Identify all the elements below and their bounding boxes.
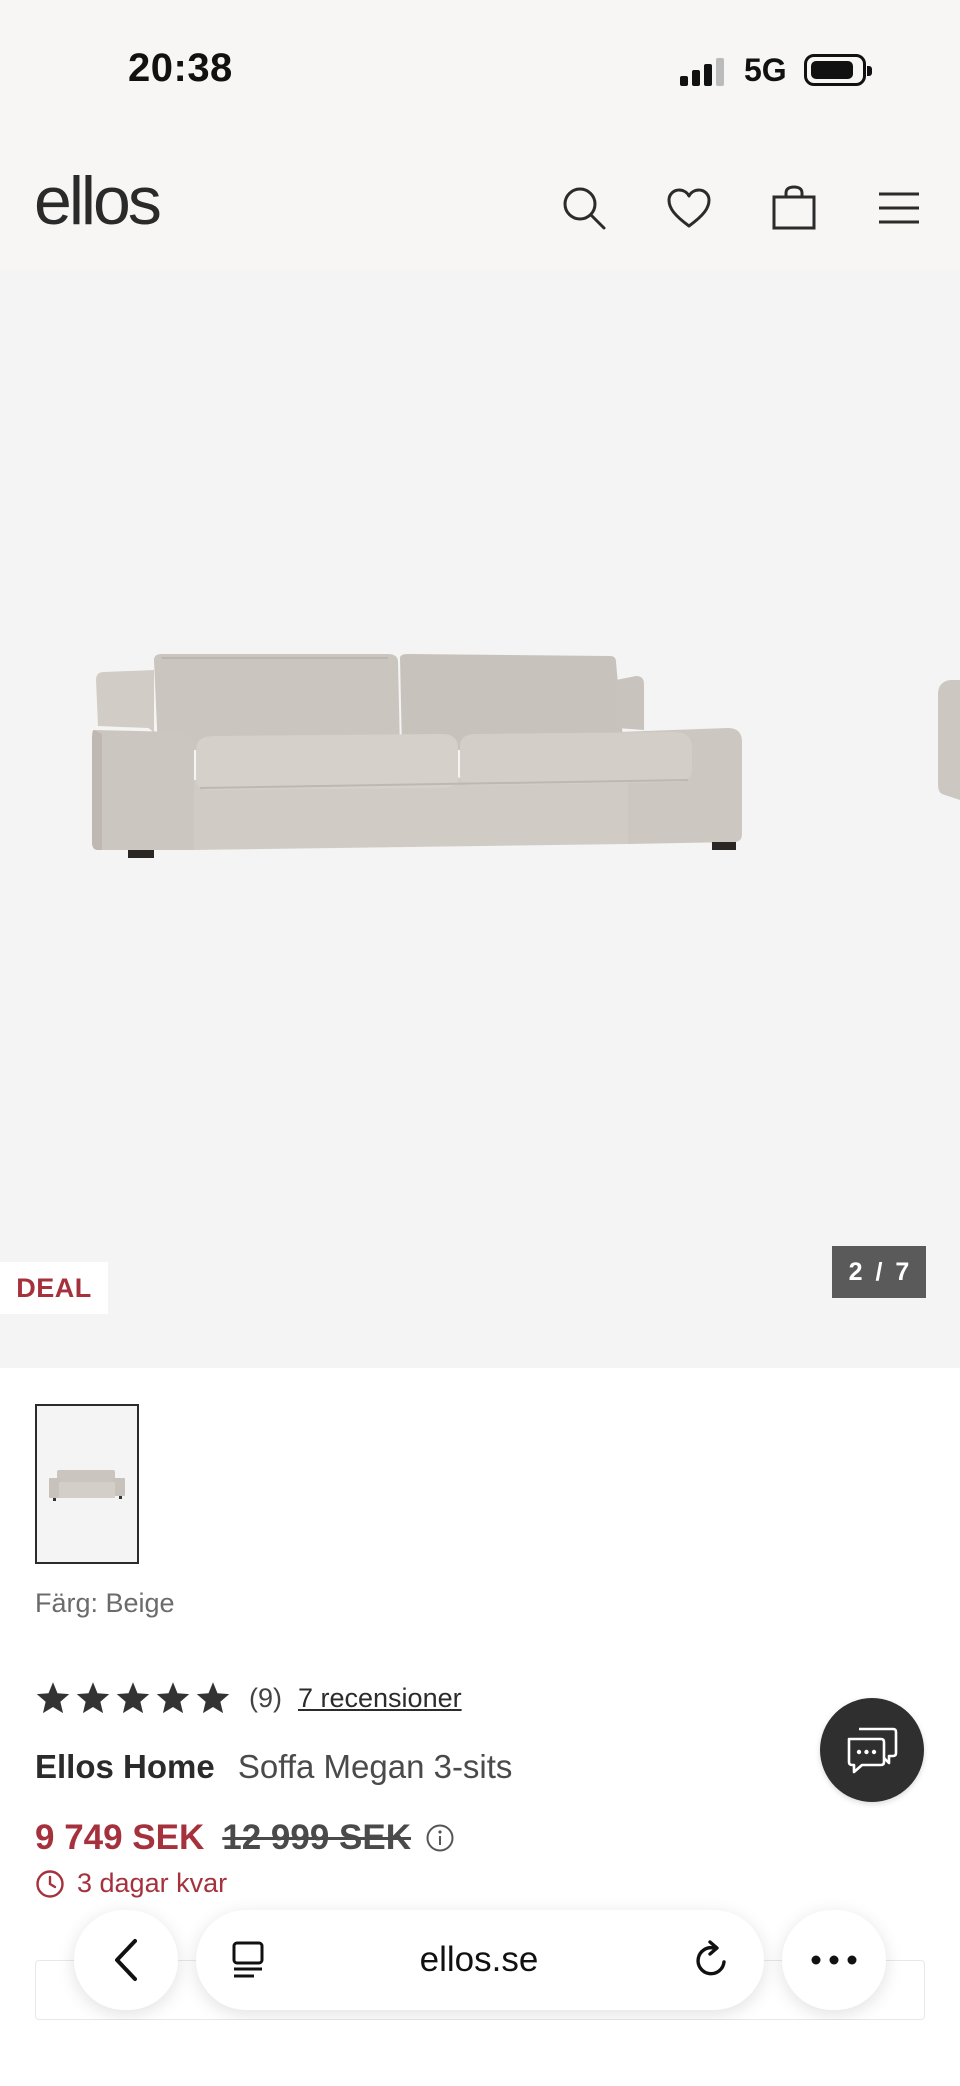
star-icon	[76, 1682, 110, 1714]
battery-icon	[804, 54, 872, 86]
info-icon[interactable]	[425, 1823, 455, 1853]
brand-name[interactable]: Ellos Home	[35, 1748, 215, 1785]
heart-icon[interactable]	[661, 180, 717, 236]
next-image-peek	[938, 680, 960, 800]
network-label: 5G	[744, 52, 787, 88]
reviews-link[interactable]: 7 recensioner	[298, 1683, 462, 1714]
more-options-button[interactable]	[782, 1910, 886, 2010]
color-thumbnail[interactable]	[35, 1404, 139, 1564]
current-price: 9 749 SEK	[35, 1818, 205, 1857]
ellos-logo[interactable]: ellos	[34, 162, 162, 240]
address-bar[interactable]: ellos.se	[196, 1910, 764, 2010]
browser-back-button[interactable]	[74, 1910, 178, 2010]
ellipsis-icon	[811, 1955, 857, 1965]
rating-row: (9) 7 recensioner	[35, 1676, 462, 1720]
chat-icon	[847, 1727, 898, 1774]
star-icon	[116, 1682, 150, 1714]
chevron-left-icon	[115, 1939, 137, 1981]
tabs-icon[interactable]	[230, 1940, 266, 1980]
url-text[interactable]: ellos.se	[420, 1940, 539, 1980]
time-left-text: 3 dagar kvar	[77, 1868, 228, 1898]
color-label: Färg: Beige	[35, 1588, 175, 1618]
bottom-safe-area	[0, 2020, 960, 2086]
chat-button[interactable]	[820, 1698, 924, 1802]
image-counter: 2 / 7	[832, 1246, 926, 1298]
browser-toolbar: ellos.se	[0, 1900, 960, 2020]
star-rating	[35, 1680, 231, 1716]
product-image-gallery[interactable]: DEAL 2 / 7	[0, 270, 960, 1368]
reload-icon[interactable]	[692, 1940, 730, 1980]
deal-badge: DEAL	[0, 1262, 108, 1314]
star-icon	[156, 1682, 190, 1714]
status-time: 20:38	[128, 46, 233, 90]
clock-icon	[36, 1869, 64, 1898]
price-row: 9 749 SEK 12 999 SEK	[35, 1818, 455, 1858]
deal-countdown: 3 dagar kvar	[35, 1868, 227, 1899]
star-icon	[196, 1682, 230, 1714]
product-name: Soffa Megan 3-sits	[237, 1748, 513, 1785]
original-price: 12 999 SEK	[222, 1818, 412, 1857]
sofa-product-image	[92, 654, 742, 858]
rating-count: (9)	[249, 1682, 282, 1713]
search-icon[interactable]	[556, 180, 612, 236]
status-bar: 20:38 5G	[0, 0, 960, 140]
product-title: Ellos Home Soffa Megan 3-sits	[35, 1748, 512, 1786]
star-icon	[36, 1682, 70, 1714]
bag-icon[interactable]	[766, 180, 822, 236]
site-header: ellos	[0, 140, 960, 270]
signal-icon	[680, 56, 730, 86]
sofa-thumbnail-image	[49, 1470, 125, 1501]
menu-icon[interactable]	[871, 180, 927, 236]
